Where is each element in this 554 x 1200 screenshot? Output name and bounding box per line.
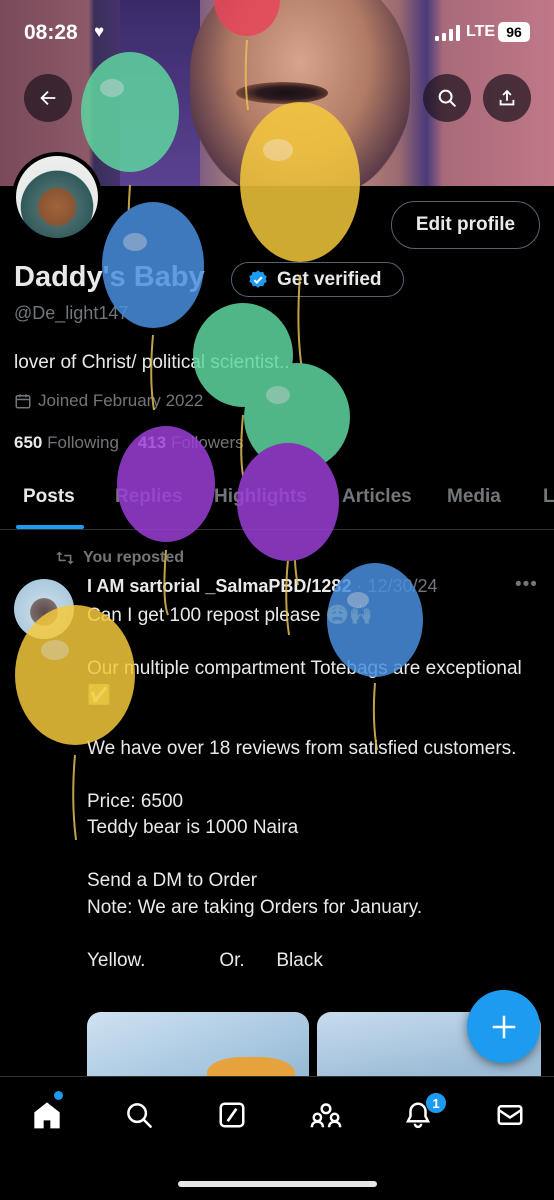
following-link[interactable]: 650 Following (14, 433, 119, 452)
tab-posts[interactable]: Posts (23, 486, 75, 508)
heart-icon: ♥ (94, 22, 105, 41)
calendar-icon (15, 394, 31, 409)
active-tab-indicator (16, 525, 84, 529)
display-name: Daddy's Baby (14, 261, 205, 293)
post-date: · 12/30/24 (356, 576, 438, 596)
joined-date: Joined February 2022 (14, 391, 203, 411)
profile-handle: @De_light147 (14, 303, 129, 323)
get-verified-button[interactable]: Get verified (231, 262, 404, 297)
nav-grok[interactable] (210, 1095, 254, 1135)
repost-indicator: You reposted (55, 549, 184, 567)
nav-search[interactable] (117, 1095, 161, 1135)
followers-link[interactable]: 413 Followers (138, 433, 244, 452)
joined-label: Joined February 2022 (38, 391, 204, 410)
battery-icon: 96 (498, 22, 530, 42)
home-indicator[interactable] (178, 1181, 377, 1187)
plus-icon (492, 1015, 515, 1038)
network-label: LTE (466, 23, 496, 40)
tab-articles[interactable]: Articles (342, 486, 412, 508)
search-icon (438, 89, 456, 107)
search-button[interactable] (423, 74, 471, 122)
tab-replies[interactable]: Replies (115, 486, 183, 508)
compose-button[interactable] (467, 990, 540, 1063)
edit-profile-button[interactable]: Edit profile (391, 201, 540, 249)
notification-count-badge: 1 (425, 1092, 447, 1114)
post-header: I AM sartorial _SalmaPBD/1282 · 12/30/24 (87, 576, 438, 597)
tab-likes[interactable]: L (543, 486, 554, 508)
post-author-avatar[interactable] (14, 579, 74, 639)
repost-icon (56, 551, 74, 565)
back-button[interactable] (24, 74, 72, 122)
messages-icon (497, 1105, 523, 1125)
home-notification-dot (54, 1091, 63, 1100)
grok-icon (219, 1102, 245, 1128)
verified-badge-icon (249, 269, 267, 288)
tab-highlights[interactable]: Highlights (214, 486, 307, 508)
more-options-icon[interactable]: ••• (515, 574, 538, 596)
share-button[interactable] (483, 74, 531, 122)
tab-media[interactable]: Media (447, 486, 501, 508)
nav-messages[interactable] (488, 1095, 532, 1135)
profile-bio: lover of Christ/ political scientist.. (14, 352, 290, 373)
communities-icon (310, 1103, 342, 1128)
nav-communities[interactable] (304, 1095, 348, 1135)
repost-label: You reposted (83, 549, 185, 566)
search-icon (127, 1103, 152, 1128)
status-bar: 08:28 ♥ LTE 96 (0, 0, 554, 66)
post-author-name[interactable]: I AM sartorial _SalmaPBD/1282 (87, 576, 351, 596)
follow-stats: 650 Following 413 Followers (14, 433, 244, 453)
post-text[interactable]: Can I get 100 repost please 😩🙌 Our multi… (87, 603, 527, 974)
status-time: 08:28 (24, 21, 78, 44)
bottom-navigation: 1 (0, 1076, 554, 1200)
share-icon (499, 89, 515, 106)
signal-icon (435, 25, 461, 41)
profile-avatar[interactable] (12, 152, 102, 242)
arrow-left-icon (40, 90, 56, 106)
profile-tabs: Posts Replies Highlights Articles Media … (0, 470, 554, 530)
nav-home[interactable] (25, 1095, 69, 1135)
home-icon (34, 1102, 60, 1129)
get-verified-label: Get verified (277, 268, 382, 290)
